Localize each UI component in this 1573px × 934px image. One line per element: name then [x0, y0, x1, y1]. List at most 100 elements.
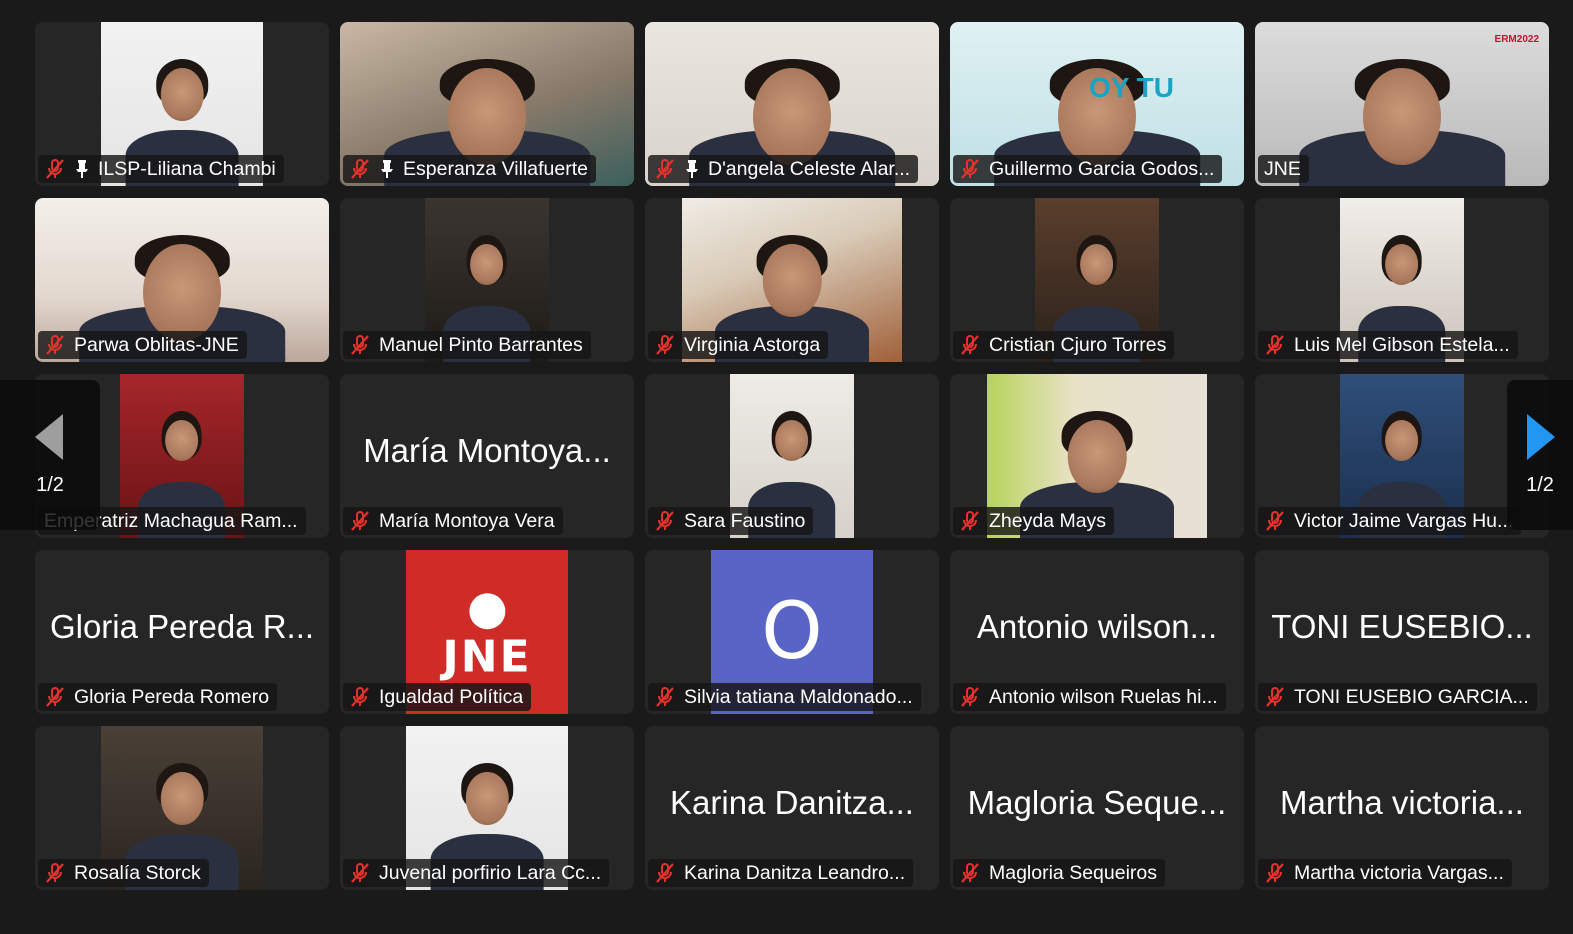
participant-name: Magloria Sequeiros [989, 861, 1158, 884]
previous-page-button[interactable]: 1/2 [0, 380, 100, 530]
participant-tile[interactable]: Virginia Astorga [645, 198, 939, 362]
participant-name: Juvenal porfirio Lara Cc... [379, 861, 602, 884]
participant-name-label: Cristian Cjuro Torres [953, 331, 1175, 359]
participant-name: Igualdad Política [379, 685, 524, 708]
participant-name-label: Manuel Pinto Barrantes [343, 331, 591, 359]
brand-logo: ERM2022 [1494, 34, 1539, 45]
participant-name-label: Karina Danitza Leandro... [648, 859, 914, 887]
participant-name-label: JNE [1258, 155, 1309, 183]
microphone-muted-icon [1264, 510, 1286, 532]
microphone-muted-icon [44, 334, 66, 356]
chevron-right-icon [1527, 413, 1555, 460]
microphone-muted-icon [349, 686, 371, 708]
microphone-muted-icon [1264, 686, 1286, 708]
jne-logo: JNE [442, 593, 531, 679]
participant-name: Zheyda Mays [989, 509, 1107, 532]
participant-name-label: Martha victoria Vargas... [1258, 859, 1512, 887]
participant-display-name: María Montoya... [363, 432, 611, 469]
participant-display-name: TONI EUSEBIO... [1271, 608, 1533, 645]
participant-display-name: Gloria Pereda R... [49, 608, 315, 645]
microphone-muted-icon [44, 686, 66, 708]
participant-name-label: Antonio wilson Ruelas hi... [953, 683, 1226, 711]
next-page-button[interactable]: 1/2 [1507, 380, 1573, 530]
microphone-muted-icon [349, 158, 371, 180]
participant-name: Luis Mel Gibson Estela... [1294, 333, 1510, 356]
participant-name: D'angela Celeste Alar... [708, 157, 911, 180]
participant-name-label: Zheyda Mays [953, 507, 1115, 535]
participant-tile[interactable]: Cristian Cjuro Torres [950, 198, 1244, 362]
participant-name: ILSP-Liliana Chambi [98, 157, 276, 180]
participant-tile[interactable]: Zheyda Mays [950, 374, 1244, 538]
microphone-muted-icon [1264, 334, 1286, 356]
page-indicator: 1/2 [36, 473, 64, 496]
participant-tile[interactable]: JNE Igualdad Política [340, 550, 634, 714]
participant-name-label: Esperanza Villafuerte [343, 155, 597, 183]
participant-display-name: Karina Danitza... [670, 784, 914, 821]
microphone-muted-icon [1264, 862, 1286, 884]
participant-name-label: Guillermo Garcia Godos... [953, 155, 1223, 183]
participant-tile[interactable]: Manuel Pinto Barrantes [340, 198, 634, 362]
participant-tile[interactable]: Martha victoria... Martha victoria Vargas… [1255, 726, 1549, 890]
participant-name: Rosalía Storck [74, 861, 201, 884]
participant-name: TONI EUSEBIO GARCIA... [1294, 685, 1529, 708]
participant-name: Martha victoria Vargas... [1294, 861, 1504, 884]
participant-tile[interactable]: María Montoya... María Montoya Vera [340, 374, 634, 538]
participant-tile[interactable]: Esperanza Villafuerte [340, 22, 634, 186]
participant-tile[interactable]: Juvenal porfirio Lara Cc... [340, 726, 634, 890]
participant-tile[interactable]: Gloria Pereda R... Gloria Pereda Romero [35, 550, 329, 714]
participant-name-label: Gloria Pereda Romero [38, 683, 278, 711]
participant-tile[interactable]: TONI EUSEBIO... TONI EUSEBIO GARCIA... [1255, 550, 1549, 714]
participant-name: JNE [1264, 157, 1301, 180]
participant-tile[interactable]: Luis Mel Gibson Estela... [1255, 198, 1549, 362]
participant-display-name: Magloria Seque... [967, 784, 1227, 821]
microphone-muted-icon [349, 862, 371, 884]
participant-name-label: Virginia Astorga [648, 331, 829, 359]
participant-name-label: María Montoya Vera [343, 507, 563, 535]
microphone-muted-icon [959, 862, 981, 884]
pin-icon [74, 159, 90, 179]
participant-name: María Montoya Vera [379, 509, 555, 532]
participant-tile[interactable]: ERM2022 JNE [1255, 22, 1549, 186]
participant-name-label: ILSP-Liliana Chambi [38, 155, 284, 183]
participant-name: Manuel Pinto Barrantes [379, 333, 583, 356]
participant-tile[interactable]: D'angela Celeste Alar... [645, 22, 939, 186]
participant-tile[interactable]: Karina Danitza... Karina Danitza Leandro.… [645, 726, 939, 890]
chevron-left-icon [35, 413, 63, 460]
participant-tile[interactable]: OY TU Guillermo Garcia Godos... [950, 22, 1244, 186]
participant-tile[interactable]: Victor Jaime Vargas Hu... [1255, 374, 1549, 538]
microphone-muted-icon [959, 158, 981, 180]
participant-tile[interactable]: Rosalía Storck [35, 726, 329, 890]
microphone-muted-icon [654, 862, 676, 884]
pin-icon [379, 159, 395, 179]
participant-name: Silvia tatiana Maldonado... [684, 685, 913, 708]
participant-display-name: Antonio wilson... [976, 608, 1218, 645]
participant-name-label: D'angela Celeste Alar... [648, 155, 919, 183]
participant-name-label: Silvia tatiana Maldonado... [648, 683, 921, 711]
participant-name: Guillermo Garcia Godos... [989, 157, 1215, 180]
participant-name-label: Sara Faustino [648, 507, 814, 535]
participant-tile[interactable]: Parwa Oblitas-JNE [35, 198, 329, 362]
participant-name-label: Magloria Sequeiros [953, 859, 1166, 887]
participant-tile[interactable]: Sara Faustino [645, 374, 939, 538]
microphone-muted-icon [349, 510, 371, 532]
participant-tile[interactable]: ILSP-Liliana Chambi [35, 22, 329, 186]
participant-name-label: TONI EUSEBIO GARCIA... [1258, 683, 1537, 711]
participant-name: Sara Faustino [684, 509, 806, 532]
microphone-muted-icon [959, 686, 981, 708]
microphone-muted-icon [959, 334, 981, 356]
participant-name: Cristian Cjuro Torres [989, 333, 1167, 356]
participant-name: Gloria Pereda Romero [74, 685, 270, 708]
microphone-muted-icon [44, 862, 66, 884]
background-text: OY TU [1088, 72, 1174, 103]
participant-name-label: Igualdad Política [343, 683, 532, 711]
microphone-muted-icon [349, 334, 371, 356]
person-figure [1299, 45, 1505, 186]
participant-tile[interactable]: Antonio wilson... Antonio wilson Ruelas h… [950, 550, 1244, 714]
microphone-muted-icon [654, 334, 676, 356]
participant-tile[interactable]: O Silvia tatiana Maldonado... [645, 550, 939, 714]
participant-tile[interactable]: Magloria Seque... Magloria Sequeiros [950, 726, 1244, 890]
microphone-muted-icon [654, 510, 676, 532]
participant-name-label: Juvenal porfirio Lara Cc... [343, 859, 610, 887]
avatar-initial: O [761, 587, 823, 677]
participant-name: Virginia Astorga [684, 333, 821, 356]
